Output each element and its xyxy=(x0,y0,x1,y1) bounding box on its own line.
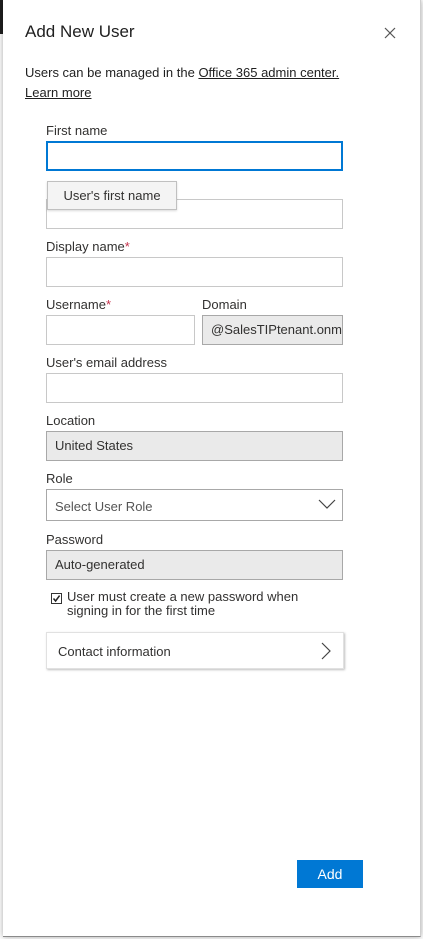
email-field[interactable] xyxy=(46,373,343,403)
domain-field[interactable]: @SalesTIPtenant.onmicrosoft.com xyxy=(202,315,343,345)
display-name-label-text: Display name xyxy=(46,239,125,254)
admin-center-link[interactable]: Office 365 admin center. xyxy=(198,65,339,80)
role-dropdown[interactable]: Select User Role xyxy=(46,489,343,521)
contact-information-expander[interactable]: Contact information xyxy=(46,632,344,669)
first-name-tooltip: User's first name xyxy=(47,181,177,210)
username-label: Username* xyxy=(46,297,111,312)
close-icon[interactable] xyxy=(381,24,399,42)
location-label: Location xyxy=(46,413,96,428)
role-label: Role xyxy=(46,471,73,486)
chevron-down-icon xyxy=(318,499,336,509)
contact-information-label: Contact information xyxy=(58,644,171,659)
display-name-label: Display name* xyxy=(46,239,130,254)
add-button[interactable]: Add xyxy=(297,860,363,888)
chevron-right-icon xyxy=(321,642,331,660)
domain-label: Domain xyxy=(202,297,247,312)
role-dropdown-value: Select User Role xyxy=(55,499,153,514)
username-label-text: Username xyxy=(46,297,106,312)
change-password-checkbox[interactable] xyxy=(51,593,62,604)
required-marker: * xyxy=(105,297,112,312)
email-label: User's email address xyxy=(46,355,167,370)
intro-text-prefix: Users can be managed in the xyxy=(25,65,199,80)
learn-more-link[interactable]: Learn more xyxy=(25,85,91,100)
first-name-label: First name xyxy=(46,123,108,138)
panel-title: Add New User xyxy=(25,22,135,41)
intro-text: Users can be managed in the Office 365 a… xyxy=(25,63,385,103)
password-label: Password xyxy=(46,532,104,547)
display-name-field[interactable] xyxy=(46,257,343,287)
add-user-panel: Add New User Users can be managed in the… xyxy=(3,0,421,937)
password-field[interactable]: Auto-generated xyxy=(46,550,343,580)
required-marker: * xyxy=(124,239,130,254)
username-field[interactable] xyxy=(46,315,195,345)
checkmark-icon xyxy=(52,595,61,603)
change-password-label: User must create a new password when sig… xyxy=(67,589,299,618)
location-field[interactable]: United States xyxy=(46,431,343,461)
first-name-field[interactable] xyxy=(46,141,343,171)
